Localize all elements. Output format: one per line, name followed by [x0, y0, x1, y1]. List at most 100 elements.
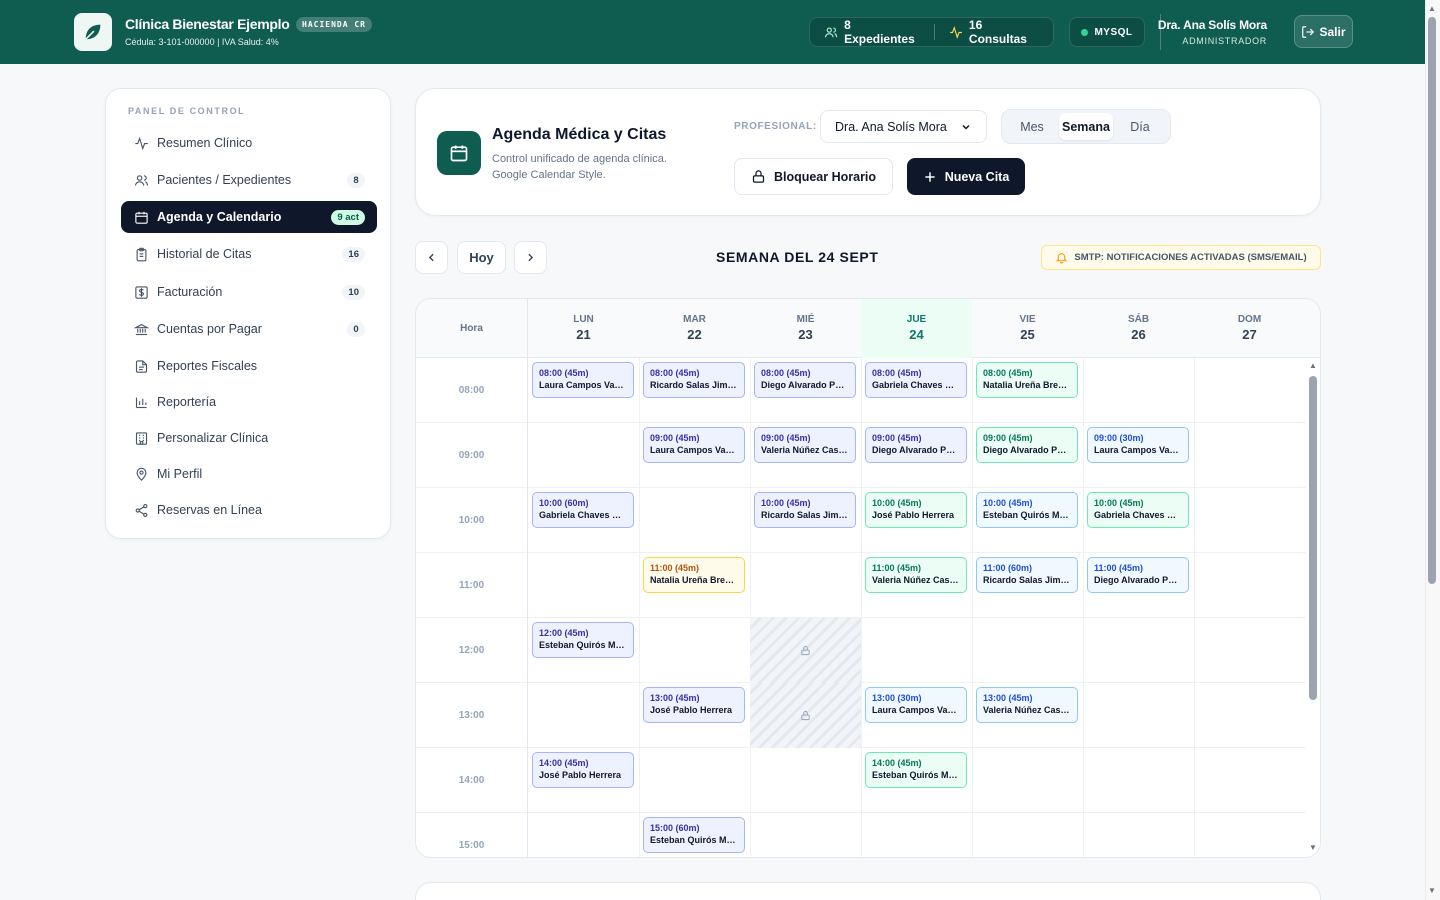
appointment-card[interactable]: 13:00 (45m) José Pablo Herrera [643, 687, 745, 723]
appointment-card[interactable]: 08:00 (45m) Gabriela Chaves Soto [865, 362, 967, 398]
sidebar-item-reservas-en-linea[interactable]: Reservas en Línea [121, 494, 377, 526]
stat-consultas[interactable]: 16 Consultas [933, 18, 1053, 46]
bell-icon [1056, 253, 1068, 264]
calendar-scroll-up-icon[interactable]: ▲ [1309, 361, 1317, 370]
calendar-scroll-thumb[interactable] [1309, 376, 1317, 700]
sidebar-item-reportes-fiscales[interactable]: Reportes Fiscales [121, 350, 377, 382]
appointment-card[interactable]: 14:00 (45m) Esteban Quirós Mora [865, 752, 967, 788]
new-appointment-button[interactable]: Nueva Cita [907, 158, 1025, 195]
day-header-lun[interactable]: LUN 21 [528, 299, 639, 358]
page-scroll-up-icon[interactable]: ▲ [1428, 4, 1436, 13]
appointment-patient: Valeria Núñez Castro [872, 575, 960, 585]
view-month-button[interactable]: Mes [1005, 113, 1059, 140]
sidebar-item-label: Resumen Clínico [157, 136, 253, 150]
appointment-card[interactable]: 11:00 (60m) Ricardo Salas Jiménez [976, 557, 1078, 593]
chevron-right-icon [528, 253, 534, 262]
appointment-card[interactable]: 10:00 (45m) Ricardo Salas Jiménez [754, 492, 856, 528]
next-week-button[interactable] [514, 241, 547, 274]
appointment-card[interactable]: 08:00 (45m) Natalia Ureña Brenes [976, 362, 1078, 398]
lock-icon [801, 645, 810, 656]
appointment-patient: Ricardo Salas Jiménez [650, 380, 738, 390]
day-name: MAR [683, 314, 706, 325]
appointment-card[interactable]: 10:00 (60m) Gabriela Chaves Soto [532, 492, 634, 528]
view-day-button[interactable]: Día [1113, 113, 1167, 140]
appointment-time: 08:00 (45m) [539, 368, 589, 378]
hour-label: 13:00 [416, 683, 528, 748]
page-scroll-down-icon[interactable]: ▼ [1428, 886, 1436, 895]
appointment-card[interactable]: 11:00 (45m) Valeria Núñez Castro [865, 557, 967, 593]
sidebar-item-label: Reportería [157, 395, 217, 409]
user-role: ADMINISTRADOR [1182, 36, 1267, 46]
appointment-card[interactable]: 10:00 (45m) José Pablo Herrera [865, 492, 967, 528]
sidebar-item-facturacion[interactable]: Facturación 10 [121, 276, 377, 308]
appointment-card[interactable]: 09:00 (45m) Laura Campos Vargas [643, 427, 745, 463]
day-header-dom[interactable]: DOM 27 [1194, 299, 1305, 358]
appointment-card[interactable]: 12:00 (45m) Esteban Quirós Mora [532, 622, 634, 658]
appointment-time: 14:00 (45m) [539, 758, 589, 768]
users-icon [824, 27, 838, 37]
appointment-patient: José Pablo Herrera [650, 705, 733, 715]
appointment-card[interactable]: 08:00 (45m) Ricardo Salas Jiménez [643, 362, 745, 398]
day-number: 26 [1131, 327, 1146, 342]
appointment-card[interactable]: 10:00 (45m) Gabriela Chaves Soto [1087, 492, 1189, 528]
sidebar-item-agenda-y-calendario[interactable]: Agenda y Calendario 9 act [121, 201, 377, 233]
day-number: 24 [909, 327, 924, 342]
appointment-patient: Gabriela Chaves Soto [1094, 510, 1182, 520]
share-icon [133, 502, 149, 518]
appointment-card[interactable]: 15:00 (60m) Esteban Quirós Mora [643, 817, 745, 853]
hour-label: 15:00 [416, 813, 528, 857]
sidebar-item-mi-perfil[interactable]: Mi Perfil [121, 458, 377, 490]
sidebar-item-cuentas-por-pagar[interactable]: Cuentas por Pagar 0 [121, 313, 377, 345]
appointment-patient: Gabriela Chaves Soto [539, 510, 627, 520]
today-button[interactable]: Hoy [457, 241, 506, 274]
appointment-card[interactable]: 09:00 (45m) Diego Alvarado Pérez [865, 427, 967, 463]
day-number: 22 [687, 327, 702, 342]
appointment-card[interactable]: 13:00 (30m) Laura Campos Vargas [865, 687, 967, 723]
professional-select[interactable]: Dra. Ana Solís Mora [820, 110, 987, 143]
appointment-card[interactable]: 10:00 (45m) Esteban Quirós Mora [976, 492, 1078, 528]
stat-expedientes[interactable]: 8 Expedientes [810, 18, 934, 46]
sidebar-item-reporteria[interactable]: Reportería [121, 386, 377, 418]
day-name: DOM [1237, 314, 1262, 325]
sidebar-item-pacientes-expedientes[interactable]: Pacientes / Expedientes 8 [121, 164, 377, 196]
appointment-card[interactable]: 09:00 (30m) Laura Campos Vargas [1087, 427, 1189, 463]
block-schedule-label: Bloquear Horario [773, 169, 877, 184]
view-week-button[interactable]: Semana [1059, 113, 1113, 140]
page-scroll-thumb[interactable] [1428, 17, 1436, 584]
sidebar-item-historial-de-citas[interactable]: Historial de Citas 16 [121, 238, 377, 270]
appointment-card[interactable]: 11:00 (45m) Diego Alvarado Pérez [1087, 557, 1189, 593]
appointment-patient: Valeria Núñez Castro [983, 705, 1071, 715]
appointment-time: 11:00 (60m) [983, 563, 1033, 573]
calendar-icon [450, 145, 468, 162]
sidebar-item-personalizar-clinica[interactable]: Personalizar Clínica [121, 422, 377, 454]
appointment-card[interactable]: 11:00 (45m) Natalia Ureña Brenes [643, 557, 745, 593]
calendar-header: Hora LUN 21 MAR 22 MIÉ 23 JUE 24 VIE 25 SÁB 26 DOM 27 [416, 299, 1320, 358]
calendar-scroll-down-icon[interactable]: ▼ [1309, 843, 1317, 852]
day-header-mar[interactable]: MAR 22 [639, 299, 750, 358]
hour-label: 12:00 [416, 618, 528, 683]
day-number: 23 [798, 327, 813, 342]
block-schedule-button[interactable]: Bloquear Horario [734, 158, 893, 195]
blocked-slot[interactable] [750, 683, 861, 748]
sidebar-item-resumen-clinico[interactable]: Resumen Clínico [121, 127, 377, 159]
appointment-card[interactable]: 09:00 (45m) Valeria Núñez Castro [754, 427, 856, 463]
day-header-sab[interactable]: SÁB 26 [1083, 299, 1194, 358]
appointment-patient: Esteban Quirós Mora [650, 835, 738, 845]
day-header-jue[interactable]: JUE 24 [861, 299, 972, 358]
day-header-vie[interactable]: VIE 25 [972, 299, 1083, 358]
appointment-card[interactable]: 13:00 (45m) Valeria Núñez Castro [976, 687, 1078, 723]
day-name: JUE [906, 314, 927, 325]
appointment-card[interactable]: 08:00 (45m) Diego Alvarado Pérez [754, 362, 856, 398]
appointment-patient: Laura Campos Vargas [872, 705, 960, 715]
prev-week-button[interactable] [415, 241, 448, 274]
blocked-slot[interactable] [750, 618, 861, 683]
appointment-card[interactable]: 14:00 (45m) José Pablo Herrera [532, 752, 634, 788]
logout-button[interactable]: Salir [1294, 15, 1353, 48]
day-header-mie[interactable]: MIÉ 23 [750, 299, 861, 358]
appointment-card[interactable]: 08:00 (45m) Laura Campos Vargas [532, 362, 634, 398]
appointment-card[interactable]: 09:00 (45m) Diego Alvarado Pérez [976, 427, 1078, 463]
day-column-divider [972, 358, 973, 857]
top-header: Clínica Bienestar Ejemplo HACIENDA CR Cé… [0, 0, 1425, 64]
agenda-title: Agenda Médica y Citas [492, 126, 667, 143]
new-appointment-label: Nueva Cita [944, 169, 1010, 184]
